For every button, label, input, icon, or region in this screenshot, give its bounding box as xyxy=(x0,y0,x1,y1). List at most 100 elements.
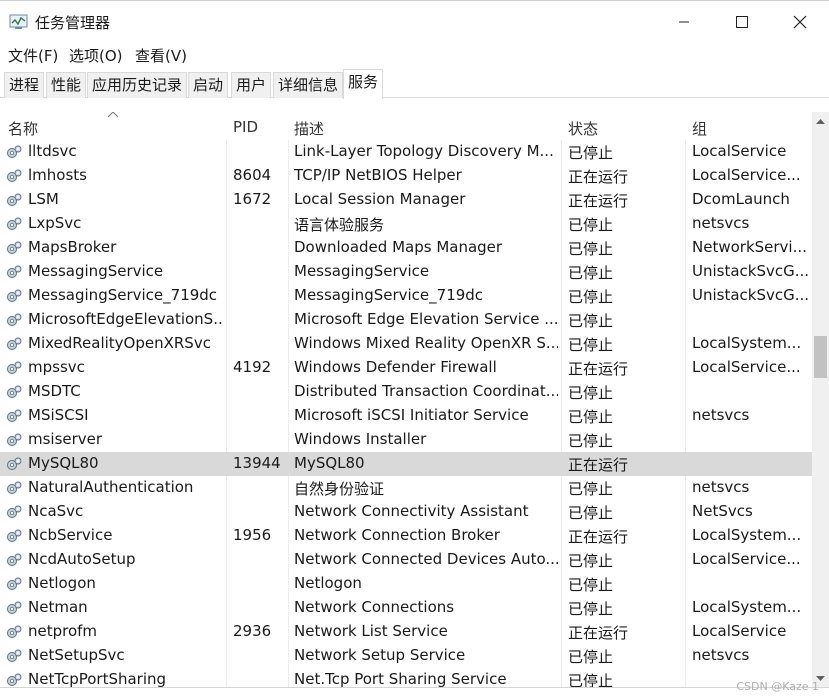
service-description: Distributed Transaction Coordinat... xyxy=(294,382,558,400)
service-group: netsvcs xyxy=(692,406,750,424)
service-status: 正在运行 xyxy=(568,624,629,642)
column-header-name[interactable]: 名称 xyxy=(8,118,38,139)
table-row[interactable]: NaturalAuthentication 自然身份验证 已停止 netsvcs xyxy=(0,476,812,500)
table-row[interactable]: MessagingService MessagingService 已停止 Unist… xyxy=(0,260,812,284)
scroll-up-button[interactable] xyxy=(812,112,829,129)
table-row[interactable]: netprofm 2936 Network List Service 正在运行 Loca… xyxy=(0,620,812,644)
status-strip xyxy=(0,687,829,700)
gear-icon xyxy=(7,265,22,278)
tab-app-history[interactable]: 应用历史记录 xyxy=(87,72,188,98)
service-name: NetSetupSvc xyxy=(28,646,125,664)
service-description: Microsoft iSCSI Initiator Service xyxy=(294,406,529,424)
table-row[interactable]: NcaSvc Network Connectivity Assistant 已停止 N… xyxy=(0,500,812,524)
table-row[interactable]: Netlogon Netlogon 已停止 xyxy=(0,572,812,596)
chevron-up-icon xyxy=(816,118,825,124)
gear-icon xyxy=(7,577,22,590)
service-name: MixedRealityOpenXRSvc xyxy=(28,334,211,352)
service-status: 已停止 xyxy=(568,240,614,258)
minimize-button[interactable] xyxy=(655,1,713,43)
table-row[interactable]: MySQL80 13944 MySQL80 正在运行 xyxy=(0,452,812,476)
service-status: 已停止 xyxy=(568,600,614,618)
service-status: 已停止 xyxy=(568,336,614,354)
gear-icon xyxy=(7,505,22,518)
gear-icon xyxy=(7,337,22,350)
service-description: Network Setup Service xyxy=(294,646,466,664)
service-name: netprofm xyxy=(28,622,98,640)
gear-icon xyxy=(7,529,22,542)
service-group: LocalSystem... xyxy=(692,526,802,544)
table-row[interactable]: NcdAutoSetup Network Connected Devices Au… xyxy=(0,548,812,572)
menu-file[interactable]: 文件(F) xyxy=(8,45,58,66)
service-status: 正在运行 xyxy=(568,456,629,474)
gear-icon xyxy=(7,361,22,374)
gear-icon xyxy=(7,193,22,206)
service-group: LocalService... xyxy=(692,166,801,184)
table-row[interactable]: lmhosts 8604 TCP/IP NetBIOS Helper 正在运行 Loca… xyxy=(0,164,812,188)
gear-icon xyxy=(7,481,22,494)
tab-details[interactable]: 详细信息 xyxy=(273,72,344,98)
table-row[interactable]: LxpSvc 语言体验服务 已停止 netsvcs xyxy=(0,212,812,236)
service-description: 语言体验服务 xyxy=(294,216,385,234)
table-row[interactable]: lltdsvc Link-Layer Topology Discovery M..… xyxy=(0,140,812,164)
table-row[interactable]: MSDTC Distributed Transaction Coordinat..… xyxy=(0,380,812,404)
tab-processes[interactable]: 进程 xyxy=(4,72,45,98)
window-title: 任务管理器 xyxy=(35,14,111,32)
table-row[interactable]: Netman Network Connections 已停止 LocalSystem.… xyxy=(0,596,812,620)
column-header-group[interactable]: 组 xyxy=(692,118,707,139)
column-header-pid[interactable]: PID xyxy=(233,118,258,136)
column-header-status[interactable]: 状态 xyxy=(568,118,598,139)
tab-performance[interactable]: 性能 xyxy=(46,72,87,98)
table-row[interactable]: MSiSCSI Microsoft iSCSI Initiator Service… xyxy=(0,404,812,428)
gear-icon xyxy=(7,145,22,158)
service-group: netsvcs xyxy=(692,478,750,496)
service-group: netsvcs xyxy=(692,214,750,232)
service-status: 已停止 xyxy=(568,552,614,570)
service-description: Network Connectivity Assistant xyxy=(294,502,529,520)
table-row[interactable]: NcbService 1956 Network Connection Broker 正… xyxy=(0,524,812,548)
service-status: 已停止 xyxy=(568,264,614,282)
service-description: MessagingService xyxy=(294,262,430,280)
gear-icon xyxy=(7,553,22,566)
table-row[interactable]: msiserver Windows Installer 已停止 xyxy=(0,428,812,452)
maximize-button[interactable] xyxy=(713,1,771,43)
tab-users[interactable]: 用户 xyxy=(231,72,272,98)
menu-options[interactable]: 选项(O) xyxy=(69,45,123,66)
table-row[interactable]: MicrosoftEdgeElevationS... Microsoft Edge… xyxy=(0,308,812,332)
gear-icon xyxy=(7,457,22,470)
service-status: 已停止 xyxy=(568,288,614,306)
service-pid: 4192 xyxy=(233,358,272,376)
sort-up-icon[interactable] xyxy=(107,112,119,118)
menu-view[interactable]: 查看(V) xyxy=(135,45,187,66)
service-name: LSM xyxy=(28,190,59,208)
column-header-description[interactable]: 描述 xyxy=(294,118,324,139)
table-row[interactable]: NetTcpPortSharing Net.Tcp Port Sharing Se… xyxy=(0,668,812,687)
service-status: 已停止 xyxy=(568,648,614,666)
service-description: MySQL80 xyxy=(294,454,365,472)
service-name: NcdAutoSetup xyxy=(28,550,136,568)
service-name: NcbService xyxy=(28,526,113,544)
table-row[interactable]: LSM 1672 Local Session Manager 正在运行 DcomLaun… xyxy=(0,188,812,212)
service-description: Network Connections xyxy=(294,598,455,616)
tab-services[interactable]: 服务 xyxy=(343,69,384,99)
table-row[interactable]: MessagingService_719dc MessagingService_7… xyxy=(0,284,812,308)
vertical-scrollbar[interactable] xyxy=(812,112,829,687)
service-description: Netlogon xyxy=(294,574,362,592)
service-name: MicrosoftEdgeElevationS... xyxy=(28,310,224,328)
table-row[interactable]: MixedRealityOpenXRSvc Windows Mixed Reali… xyxy=(0,332,812,356)
table-row[interactable]: mpssvc 4192 Windows Defender Firewall 正在运行 L… xyxy=(0,356,812,380)
watermark: CSDN @Kaze 1 xyxy=(736,680,819,693)
scrollbar-thumb[interactable] xyxy=(814,336,827,378)
table-body: lltdsvc Link-Layer Topology Discovery M..… xyxy=(0,140,812,687)
gear-icon xyxy=(7,385,22,398)
table-row[interactable]: MapsBroker Downloaded Maps Manager 已停止 Netw… xyxy=(0,236,812,260)
service-status: 正在运行 xyxy=(568,192,629,210)
service-description: MessagingService_719dc xyxy=(294,286,484,304)
service-description: Downloaded Maps Manager xyxy=(294,238,503,256)
gear-icon xyxy=(7,241,22,254)
close-button[interactable] xyxy=(771,1,829,43)
service-status: 已停止 xyxy=(568,312,614,330)
minimize-icon xyxy=(679,21,689,23)
service-group: UnistackSvcG... xyxy=(692,286,808,304)
tab-startup[interactable]: 启动 xyxy=(188,72,229,98)
table-row[interactable]: NetSetupSvc Network Setup Service 已停止 netsv… xyxy=(0,644,812,668)
